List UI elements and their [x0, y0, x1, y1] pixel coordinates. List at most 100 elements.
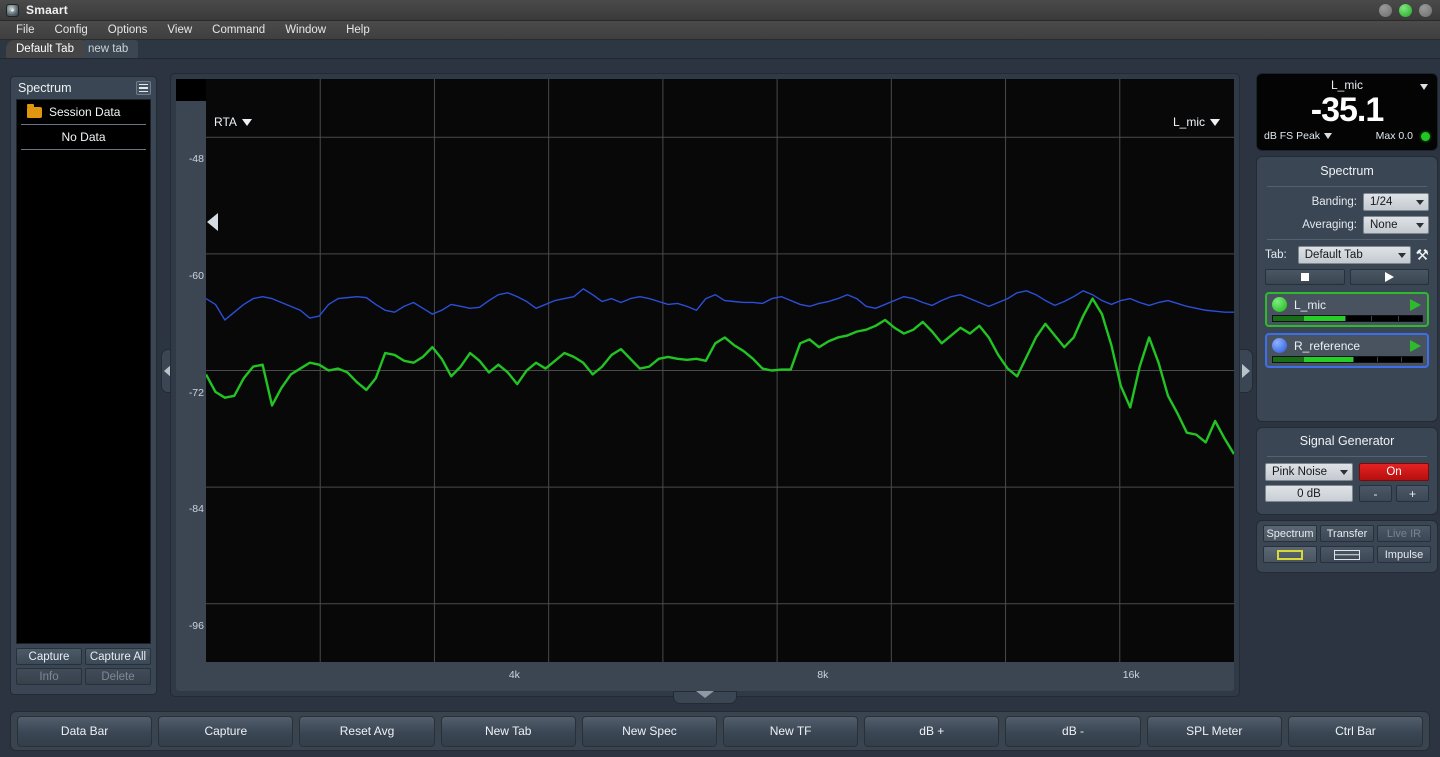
tree-row-no-data: No Data: [21, 125, 146, 150]
chevron-down-icon: [696, 691, 714, 705]
trace-selector[interactable]: L_mic: [1173, 115, 1220, 129]
ctrl-button-new-tab[interactable]: New Tab: [441, 716, 576, 747]
banding-value: 1/24: [1370, 196, 1392, 208]
play-button[interactable]: [1350, 269, 1430, 285]
chevron-down-icon: [1398, 253, 1406, 258]
play-icon: [1385, 272, 1394, 282]
banding-row: Banding: 1/24: [1265, 193, 1429, 211]
chevron-down-icon: [1416, 200, 1424, 205]
tab-label: Tab:: [1265, 249, 1287, 261]
siggen-gain-row: 0 dB - +: [1265, 485, 1429, 502]
transport-controls: [1265, 269, 1429, 285]
gain-decrement-button[interactable]: -: [1359, 485, 1392, 502]
tab-new-tab[interactable]: new tab: [78, 40, 138, 58]
spectrum-panel-title: Spectrum: [1265, 162, 1429, 183]
minimize-button[interactable]: [1379, 4, 1392, 17]
tab-value: Default Tab: [1305, 249, 1363, 261]
averaging-label: Averaging:: [1302, 219, 1357, 231]
control-bar-inner: Data BarCaptureReset AvgNew TabNew SpecN…: [10, 711, 1430, 751]
divider: [1267, 239, 1427, 240]
graph-inner: -48-60-72-84-96 4k8k16k RTA L_mic: [176, 79, 1234, 691]
chevron-down-icon: [1210, 119, 1220, 126]
ctrl-button-data-bar[interactable]: Data Bar: [17, 716, 152, 747]
banding-label: Banding:: [1312, 196, 1357, 208]
averaging-select[interactable]: None: [1363, 216, 1429, 234]
signal-item-l-mic[interactable]: L_mic: [1265, 292, 1429, 327]
ctrl-button-db[interactable]: dB +: [864, 716, 999, 747]
capture-button[interactable]: Capture: [16, 648, 82, 665]
divider: [1267, 186, 1427, 187]
ctrl-button-ctrl-bar[interactable]: Ctrl Bar: [1288, 716, 1423, 747]
tab-select[interactable]: Default Tab: [1298, 246, 1411, 264]
ctrl-button-db[interactable]: dB -: [1005, 716, 1140, 747]
graph-collapse-handle[interactable]: [673, 691, 737, 704]
stop-icon: [1301, 273, 1309, 281]
folder-icon: [27, 107, 42, 118]
workspace: Spectrum Session Data No Data Capture Ca…: [0, 59, 1440, 707]
signal-color-dot: [1272, 338, 1287, 353]
data-bar-tree[interactable]: Session Data No Data: [16, 99, 151, 644]
tab-selector-row: Tab: Default Tab ⚒: [1265, 246, 1429, 264]
signal-name-label: R_reference: [1294, 339, 1403, 353]
play-icon[interactable]: [1410, 299, 1421, 311]
capture-all-button[interactable]: Capture All: [85, 648, 151, 665]
level-meter: [1272, 315, 1423, 322]
ctrl-button-reset-avg[interactable]: Reset Avg: [299, 716, 434, 747]
tab-default-tab[interactable]: Default Tab: [6, 40, 84, 58]
tools-icon[interactable]: ⚒: [1416, 248, 1429, 263]
x-tick-label: 8k: [817, 669, 828, 681]
y-cursor-marker[interactable]: [207, 213, 218, 231]
menu-config[interactable]: Config: [45, 21, 98, 40]
layout-split-icon: [1334, 550, 1360, 560]
menu-window[interactable]: Window: [275, 21, 336, 40]
rta-plot[interactable]: [206, 79, 1234, 662]
mode-spectrum-button[interactable]: Spectrum: [1263, 525, 1317, 542]
layout-single-icon: [1277, 550, 1303, 560]
chevron-down-icon[interactable]: [1324, 133, 1332, 139]
menu-command[interactable]: Command: [202, 21, 275, 40]
mode-row-bottom: Impulse: [1263, 546, 1431, 563]
generator-source-value: Pink Noise: [1272, 466, 1327, 478]
menu-help[interactable]: Help: [336, 21, 380, 40]
readout-footer: dB FS Peak Max 0.0: [1257, 130, 1437, 142]
generator-source-select[interactable]: Pink Noise: [1265, 463, 1353, 481]
y-tick-label: -84: [189, 503, 204, 515]
layout-split-button[interactable]: [1320, 546, 1374, 563]
mode-row-top: Spectrum Transfer Live IR: [1263, 525, 1431, 542]
mode-transfer-button[interactable]: Transfer: [1320, 525, 1374, 542]
play-icon[interactable]: [1410, 340, 1421, 352]
series-group: [206, 289, 1234, 454]
signal-present-led: [1421, 132, 1430, 141]
averaging-row: Averaging: None: [1265, 216, 1429, 234]
level-readout-panel[interactable]: L_mic -35.1 dB FS Peak Max 0.0: [1256, 73, 1438, 151]
readout-max-label: Max 0.0: [1376, 130, 1413, 142]
y-tick-label: -96: [189, 620, 204, 632]
generator-on-button[interactable]: On: [1359, 463, 1429, 481]
gain-increment-button[interactable]: +: [1396, 485, 1429, 502]
signal-item-r-reference[interactable]: R_reference: [1265, 333, 1429, 368]
menu-options[interactable]: Options: [98, 21, 158, 40]
chevron-down-icon[interactable]: [1420, 84, 1428, 90]
layout-single-button[interactable]: [1263, 546, 1317, 563]
impulse-button[interactable]: Impulse: [1377, 546, 1431, 563]
siggen-title: Signal Generator: [1265, 432, 1429, 453]
hamburger-icon[interactable]: [136, 81, 151, 95]
rta-mode-selector[interactable]: RTA: [214, 115, 252, 129]
y-tick-label: -72: [189, 387, 204, 399]
ctrl-button-new-tf[interactable]: New TF: [723, 716, 858, 747]
menu-view[interactable]: View: [157, 21, 202, 40]
banding-select[interactable]: 1/24: [1363, 193, 1429, 211]
chevron-down-icon: [1340, 470, 1348, 475]
ctrl-button-capture[interactable]: Capture: [158, 716, 293, 747]
stop-button[interactable]: [1265, 269, 1345, 285]
collapse-handle-right[interactable]: [1239, 349, 1253, 393]
menu-file[interactable]: File: [6, 21, 45, 40]
generator-gain-field[interactable]: 0 dB: [1265, 485, 1353, 502]
y-tick-label: -48: [189, 153, 204, 165]
maximize-button[interactable]: [1399, 4, 1412, 17]
tree-row-session-data[interactable]: Session Data: [21, 100, 146, 125]
close-button[interactable]: [1419, 4, 1432, 17]
ctrl-button-new-spec[interactable]: New Spec: [582, 716, 717, 747]
averaging-value: None: [1370, 219, 1398, 231]
ctrl-button-spl-meter[interactable]: SPL Meter: [1147, 716, 1282, 747]
